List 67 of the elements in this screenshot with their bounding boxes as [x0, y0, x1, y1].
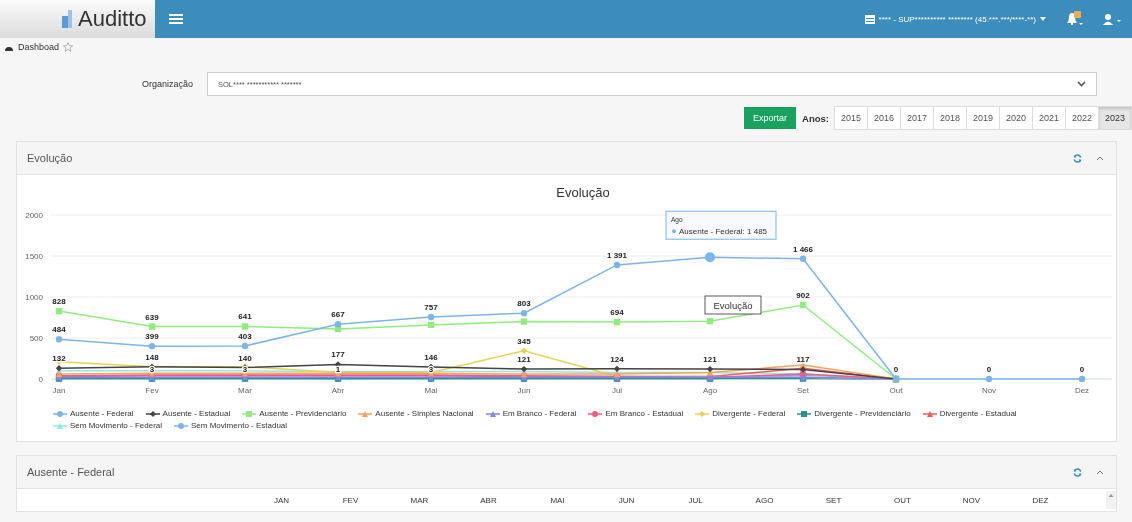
data-label: 3 — [149, 364, 155, 374]
data-label: 403 — [238, 331, 252, 341]
data-label: 694 — [610, 308, 624, 318]
column-header: JUL — [687, 495, 704, 505]
data-label: 177 — [331, 350, 345, 360]
data-label: 124 — [610, 354, 624, 364]
data-label: 667 — [331, 310, 345, 320]
panel-title: Evolução — [27, 152, 73, 164]
organization-label: Organização — [142, 79, 194, 89]
data-label: 140 — [238, 353, 252, 363]
data-label: 0 — [893, 365, 899, 374]
y-axis-label: 500 — [29, 334, 43, 343]
column-header: JAN — [272, 495, 291, 505]
x-axis-label: Ago — [702, 386, 718, 395]
y-axis-label: 2000 — [25, 211, 43, 220]
column-header: NOV — [961, 495, 982, 505]
column-header: JUN — [617, 495, 636, 505]
breadcrumb-title: Dashboad — [18, 42, 60, 52]
x-axis-label: Abr — [331, 386, 345, 395]
data-label: 399 — [145, 332, 159, 342]
data-label: 117 — [796, 355, 810, 365]
y-axis-label: 1000 — [25, 293, 43, 302]
data-label: 0 — [1079, 365, 1085, 374]
data-label: 345 — [517, 336, 531, 346]
data-label: 121 — [517, 355, 531, 365]
x-axis-label: Mar — [238, 386, 252, 395]
x-axis-label: Jan — [52, 386, 66, 395]
data-label: 902 — [796, 291, 810, 301]
data-label: 639 — [145, 312, 159, 322]
column-header: AGO — [754, 495, 775, 505]
y-axis-label: 0 — [38, 375, 43, 384]
column-header: ABR — [479, 495, 498, 505]
data-label: 641 — [238, 312, 252, 322]
data-label: 3 — [428, 364, 434, 374]
data-label: 121 — [703, 355, 717, 365]
column-header: SET — [824, 495, 843, 505]
panel-title: Ausente - Federal — [27, 466, 115, 478]
column-header: FEV — [341, 495, 360, 505]
x-axis-label: Mai — [424, 386, 438, 395]
data-label: 146 — [424, 353, 438, 363]
data-label: 1 391 — [607, 250, 627, 260]
data-label: 3 — [242, 364, 248, 374]
hover-tooltip-text: Evolução — [713, 300, 753, 311]
x-axis-label: Jul — [611, 386, 623, 395]
column-header: OUT — [893, 495, 912, 505]
chart-title: Evolução — [556, 185, 610, 200]
x-axis-label: Dez — [1074, 386, 1090, 395]
data-label: 757 — [424, 302, 438, 312]
x-axis-label: Jun — [517, 386, 531, 395]
x-axis-label: Fev — [145, 386, 159, 395]
x-axis-label: Nov — [981, 386, 997, 395]
column-header: DEZ — [1031, 495, 1050, 505]
data-label: 132 — [52, 354, 66, 364]
data-label: 148 — [145, 352, 159, 362]
x-axis-label: Out — [889, 386, 903, 395]
data-label: 484 — [52, 325, 66, 335]
x-axis-label: Set — [797, 386, 809, 395]
data-label: 1 — [335, 364, 341, 374]
data-label: 803 — [517, 299, 531, 309]
data-label: 1 466 — [793, 244, 813, 254]
column-header: MAI — [549, 495, 566, 505]
y-axis-label: 1500 — [25, 252, 43, 261]
data-label: 0 — [986, 365, 992, 374]
column-header: MAR — [409, 495, 430, 505]
data-label: 828 — [52, 297, 66, 307]
tooltip-text: Ausente - Federal: 1 485 — [679, 227, 768, 237]
years-label: Anos: — [802, 112, 829, 124]
